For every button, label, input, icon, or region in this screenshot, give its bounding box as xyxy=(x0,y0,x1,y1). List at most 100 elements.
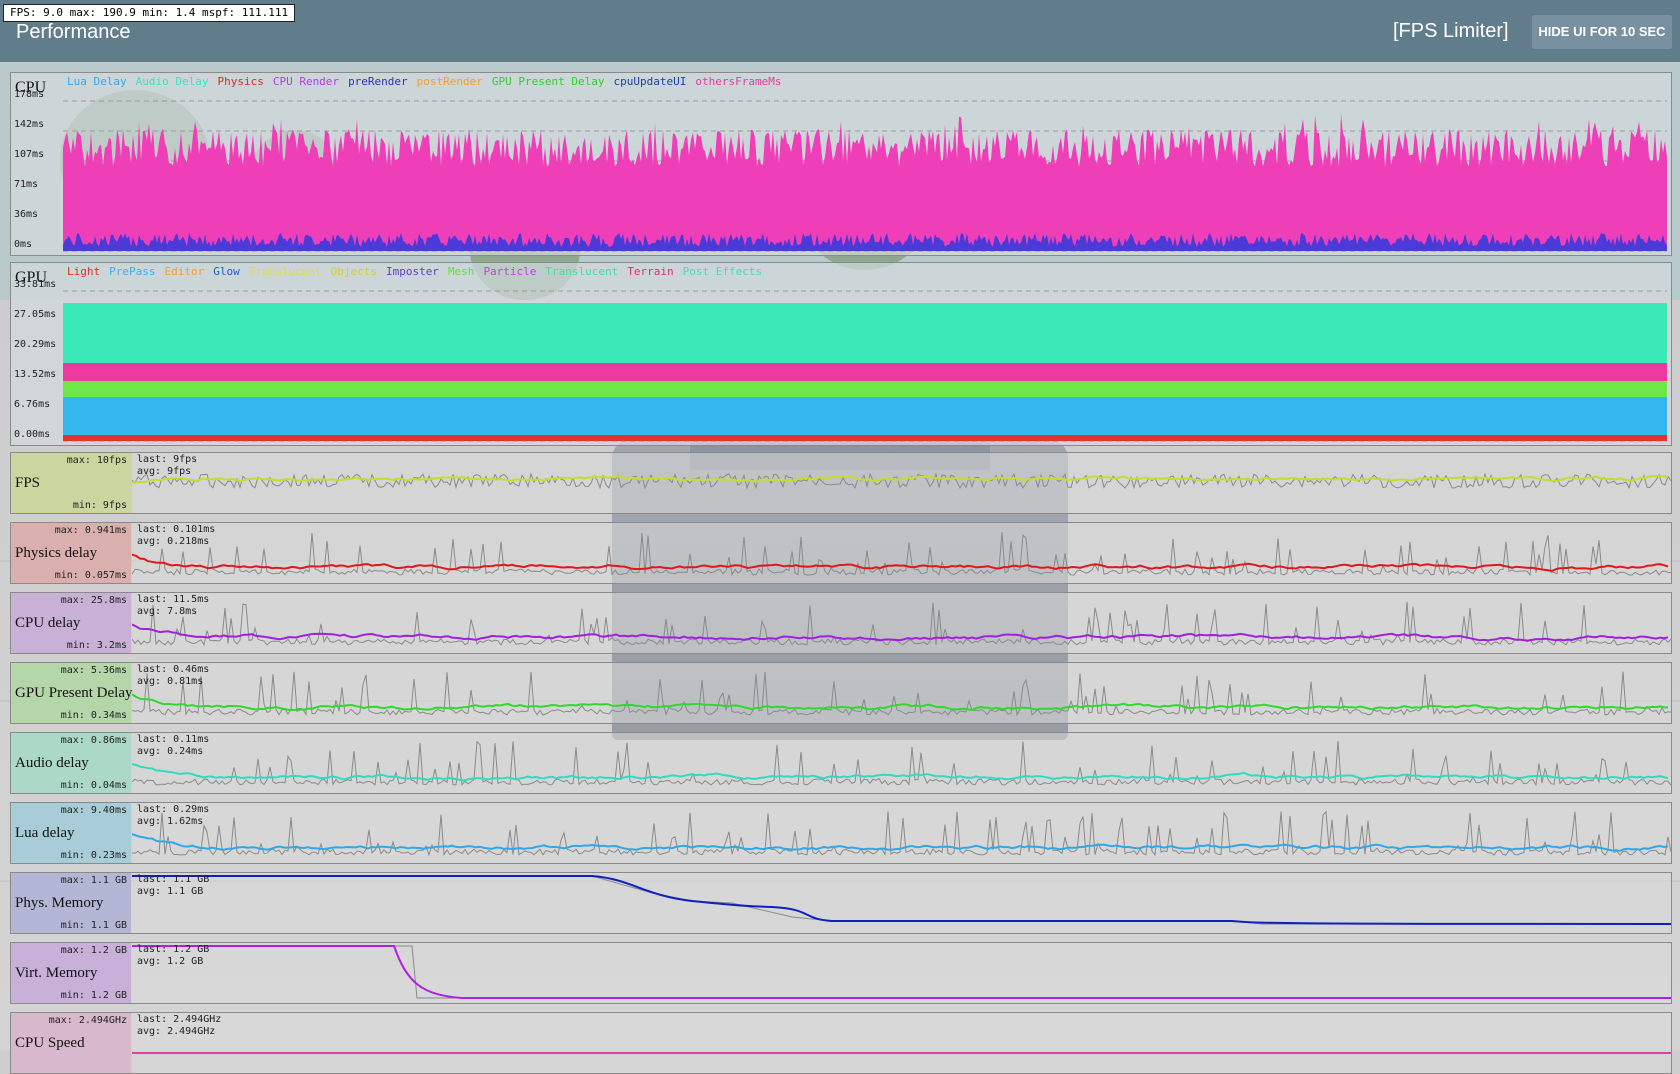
cpu_panel-legend-item: preRender xyxy=(348,75,408,88)
metric-max: max: 9.40ms xyxy=(60,805,127,816)
metric-raw-series xyxy=(132,532,1671,577)
cpu_panel-tick-label: 178ms xyxy=(14,89,45,100)
metric-name: CPU delay xyxy=(15,615,81,631)
cpu_panel-legend-item: CPU Render xyxy=(272,75,340,88)
metric-name: Physics delay xyxy=(15,545,98,561)
metric-label-box: max: 9.40ms Lua delay min: 0.23ms xyxy=(11,803,131,863)
metric-avg: avg: 9fps xyxy=(137,466,192,477)
metric-last: last: 1.2 GB xyxy=(137,944,210,955)
metric-name: CPU Speed xyxy=(15,1035,85,1051)
metric-smoothed-series xyxy=(132,875,1671,925)
metric-row: max: 2.494GHz CPU Speed last: 2.494GHz avg:… xyxy=(10,1012,1672,1074)
metric-plot: last: 1.1 GB avg: 1.1 GB xyxy=(132,873,1671,933)
gpu_panel-legend-item: Glow xyxy=(213,265,240,278)
metric-last: last: 11.5ms xyxy=(137,594,210,605)
gpu-band-light xyxy=(63,435,1667,441)
metric-name: Lua delay xyxy=(15,825,75,841)
hide-ui-button[interactable]: HIDE UI FOR 10 SEC xyxy=(1532,15,1672,49)
metric-avg: avg: 0.24ms xyxy=(137,746,204,757)
metric-min: min: 0.04ms xyxy=(60,780,127,791)
metric-row: max: 9.40ms Lua delay min: 0.23ms last: 0.2… xyxy=(10,802,1672,864)
metric-avg: avg: 1.1 GB xyxy=(137,886,204,897)
cpu_panel-legend-item: Lua Delay xyxy=(67,75,127,88)
metric-avg: avg: 1.62ms xyxy=(137,816,204,827)
metric-min: min: 0.057ms xyxy=(54,570,127,581)
gpu_panel-legend-item: Objects xyxy=(330,265,377,278)
metric-line-graph xyxy=(132,810,1671,857)
metric-line-graph xyxy=(132,601,1671,647)
gpu_panel-legend-item: Light xyxy=(67,265,101,278)
metric-min: min: 1.1 GB xyxy=(60,920,127,931)
metric-min: min: 1.2 GB xyxy=(60,990,127,1001)
gpu_panel-legend-item: Particle xyxy=(483,265,537,278)
cpu-graph-panel: CPU Lua Delay Audio Delay Physics CPU Rende… xyxy=(10,72,1672,256)
gpu_panel-tick-label: 20.29ms xyxy=(14,339,57,350)
metric-max: max: 5.36ms xyxy=(60,665,127,676)
metric-plot: last: 0.11ms avg: 0.24ms xyxy=(132,733,1671,793)
cpu-series-others xyxy=(63,114,1667,251)
gpu_panel-legend-item: Translucent xyxy=(545,265,619,278)
gpu_panel-legend-item: Post Effects xyxy=(682,265,763,278)
metric-last: last: 0.46ms xyxy=(137,664,210,675)
metric-label-box: max: 0.941ms Physics delay min: 0.057ms xyxy=(11,523,131,583)
metric-row: max: 0.941ms Physics delay min: 0.057ms las… xyxy=(10,522,1672,584)
metric-last: last: 1.1 GB xyxy=(137,874,210,885)
metric-plot: last: 0.101ms avg: 0.218ms xyxy=(132,523,1671,583)
metric-smoothed-series xyxy=(132,623,1669,642)
metric-label-box: max: 10fps FPS min: 9fps xyxy=(11,453,131,513)
metric-plot: last: 2.494GHz avg: 2.494GHz xyxy=(132,1013,1671,1073)
cpu_panel-tick-label: 71ms xyxy=(14,179,39,190)
metric-name: Audio delay xyxy=(15,755,89,771)
metric-avg: avg: 7.8ms xyxy=(137,606,198,617)
metric-max: max: 0.86ms xyxy=(60,735,127,746)
metric-min: min: 3.2ms xyxy=(66,640,127,651)
gpu_panel-legend-item: Mesh xyxy=(447,265,475,278)
metric-smoothed-series xyxy=(132,945,1671,999)
metric-plot: last: 9fps avg: 9fps xyxy=(132,453,1671,513)
gpu-legend: Light PrePass Editor Glow Translucent Objects… xyxy=(67,265,771,278)
fps-readout: FPS: 9.0 max: 190.9 min: 1.4 mspf: 111.1… xyxy=(3,4,296,22)
gpu_panel-legend-item: Editor xyxy=(164,265,205,278)
gpu_panel-legend-item: Terrain xyxy=(627,265,674,278)
metric-avg: avg: 0.218ms xyxy=(137,536,210,547)
metric-line-graph xyxy=(132,875,1671,925)
metric-max: max: 2.494GHz xyxy=(48,1015,127,1026)
metric-label-box: max: 25.8ms CPU delay min: 3.2ms xyxy=(11,593,131,653)
gpu_panel-tick-label: 27.05ms xyxy=(14,309,57,320)
metric-name: GPU Present Delay xyxy=(15,685,133,701)
cpu_panel-tick-label: 142ms xyxy=(14,119,45,130)
metric-min: min: 0.23ms xyxy=(60,850,127,861)
gpu-band-prepass xyxy=(63,397,1667,435)
cpu_panel-tick-label: 0ms xyxy=(14,239,33,250)
gpu_panel-legend-item: Imposter xyxy=(385,265,439,278)
cpu_panel-legend-item: postRender xyxy=(416,75,483,88)
gpu_panel-legend-item: PrePass xyxy=(109,265,156,278)
gpu-graph xyxy=(63,290,1667,442)
cpu-graph xyxy=(63,100,1667,252)
metric-raw-series xyxy=(132,601,1671,647)
metric-name: Virt. Memory xyxy=(15,965,98,981)
metric-label-box: max: 5.36ms GPU Present Delay min: 0.34ms xyxy=(11,663,133,723)
metric-min: min: 0.34ms xyxy=(60,710,127,721)
metric-smoothed-series xyxy=(132,763,1669,782)
cpu_panel-legend-item: Audio Delay xyxy=(135,75,209,88)
metric-label-box: max: 1.1 GB Phys. Memory min: 1.1 GB xyxy=(11,873,131,933)
gpu_panel-legend-item: Translucent xyxy=(248,265,322,278)
metric-last: last: 9fps xyxy=(137,454,198,465)
gpu-band-mesh xyxy=(63,381,1667,397)
cpu_panel-legend-item: cpuUpdateUI xyxy=(613,75,687,88)
metric-max: max: 1.2 GB xyxy=(60,945,127,956)
gpu-band-post-effects xyxy=(63,303,1667,363)
fps-limiter-link[interactable]: [FPS Limiter] xyxy=(1393,20,1509,43)
metric-avg: avg: 1.2 GB xyxy=(137,956,204,967)
metric-line-graph xyxy=(132,945,1671,999)
metric-max: max: 25.8ms xyxy=(60,595,127,606)
metric-line-graph xyxy=(132,1052,1671,1054)
metric-smoothed-series xyxy=(132,693,1669,712)
cpu_panel-legend-item: Physics xyxy=(217,75,264,88)
metric-raw-series xyxy=(132,472,1671,490)
metric-last: last: 0.101ms xyxy=(137,524,216,535)
metric-line-graph xyxy=(132,532,1671,577)
metric-row: max: 25.8ms CPU delay min: 3.2ms last: 11.5… xyxy=(10,592,1672,654)
metric-label-box: max: 1.2 GB Virt. Memory min: 1.2 GB xyxy=(11,943,131,1003)
